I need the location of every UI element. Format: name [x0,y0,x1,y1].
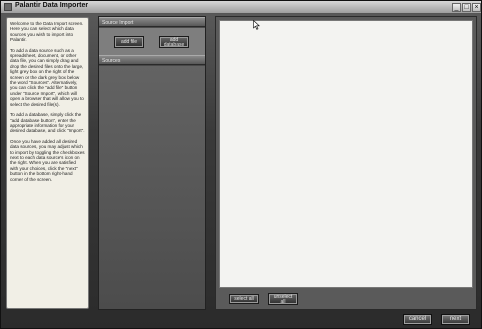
title-bar[interactable]: Palantir Data Importer _ □ × [1,1,481,14]
close-button[interactable]: × [472,3,481,12]
sources-header: Sources [99,55,205,65]
file-drop-area[interactable] [219,20,473,288]
add-database-button[interactable]: add database [159,36,189,48]
source-import-body: add file add database [99,28,205,55]
instructions-paragraph: Welcome to the Data Import screen. Here … [10,21,84,43]
source-panel: Source Import add file add database Sour… [98,16,206,310]
unselect-all-button[interactable]: unselect all [268,293,298,305]
instructions-paragraph: To add a database, simply click the "add… [10,112,85,134]
cancel-button[interactable]: cancel [403,314,432,325]
instructions-paragraph: To add a data source such as a spreadshe… [10,47,84,107]
source-import-header: Source Import [99,17,205,27]
instructions-paragraph: Once you have added all desired data sou… [10,138,85,182]
add-file-label: add file [120,39,138,45]
importer-window: Palantir Data Importer _ □ × Welcome to … [0,0,482,329]
select-all-label: select all [234,296,254,302]
next-button[interactable]: next [441,314,470,325]
unselect-all-label: all [280,299,286,305]
sources-drop-area[interactable] [99,66,205,309]
mouse-pointer-icon [253,20,260,30]
add-database-label: database [163,42,185,48]
minimize-button[interactable]: _ [452,3,461,12]
maximize-button[interactable]: □ [462,3,471,12]
window-title: Palantir Data Importer [15,2,89,9]
add-file-button[interactable]: add file [114,36,144,48]
instructions-panel: Welcome to the Data Import screen. Here … [6,17,89,309]
app-icon [4,3,12,11]
select-all-button[interactable]: select all [229,294,259,304]
